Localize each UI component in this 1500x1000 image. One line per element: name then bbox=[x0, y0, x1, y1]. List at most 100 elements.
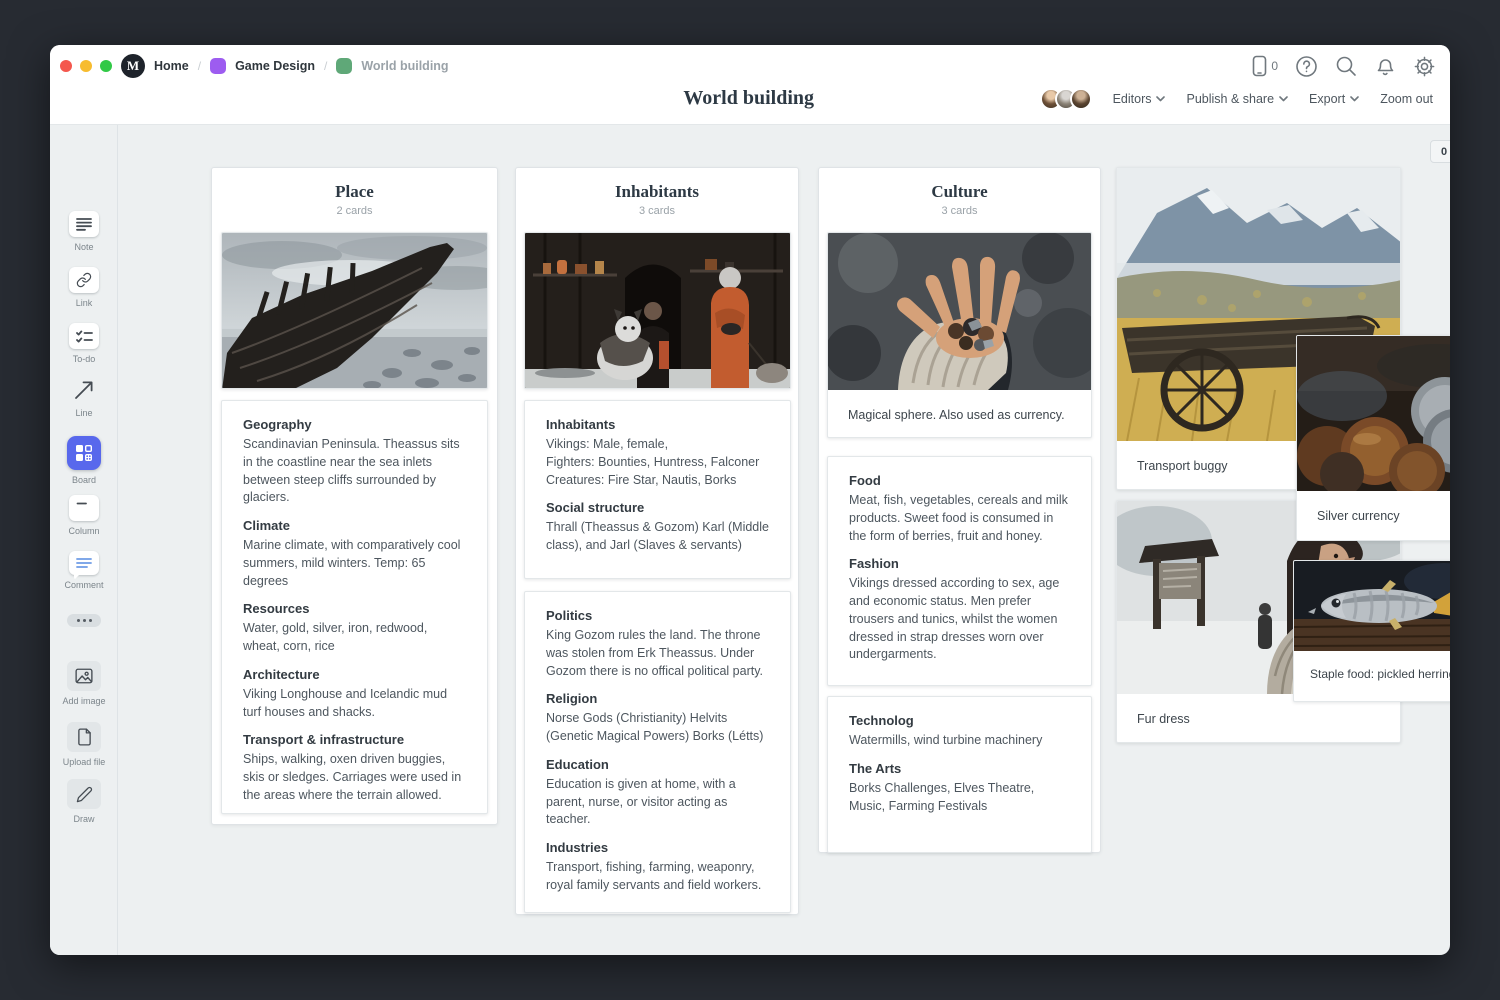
board-icon-purple[interactable] bbox=[210, 58, 226, 74]
note-section-body: Education is given at home, with a paren… bbox=[546, 776, 769, 829]
silver-currency-image bbox=[1297, 336, 1450, 491]
vikings-image bbox=[525, 233, 791, 389]
note-section-heading: Food bbox=[849, 473, 1070, 488]
editors-label: Editors bbox=[1113, 92, 1152, 106]
column-place[interactable]: Place 2 cards bbox=[211, 167, 498, 825]
breadcrumb-world-building[interactable]: World building bbox=[361, 59, 448, 73]
editors-button[interactable]: Editors bbox=[1113, 92, 1166, 106]
note-section-body: Ships, walking, oxen driven buggies, ski… bbox=[243, 751, 466, 804]
device-preview-button[interactable]: 0 bbox=[1252, 55, 1278, 77]
unsorted-badge[interactable]: 0 Unsorted bbox=[1430, 140, 1450, 163]
avatar bbox=[1070, 88, 1092, 110]
note-card-place[interactable]: Geography Scandinavian Peninsula. Theass… bbox=[221, 400, 488, 814]
tool-board[interactable]: Board bbox=[50, 436, 118, 485]
note-section-heading: Social structure bbox=[546, 500, 769, 515]
tool-column[interactable]: Column bbox=[50, 495, 118, 536]
image-card-vikings[interactable] bbox=[524, 232, 791, 389]
column-inhabitants[interactable]: Inhabitants 3 cards bbox=[515, 167, 799, 915]
board-icon-green[interactable] bbox=[336, 58, 352, 74]
note-section-body: Vikings: Male, female, Fighters: Bountie… bbox=[546, 436, 769, 489]
column-title: Place bbox=[212, 182, 497, 202]
app-window: M Home / Game Design / World building 0 bbox=[50, 45, 1450, 955]
note-section-heading: Fashion bbox=[849, 556, 1070, 571]
tool-board-label: Board bbox=[72, 475, 96, 485]
note-section-heading: Climate bbox=[243, 518, 466, 533]
tool-comment[interactable]: Comment bbox=[50, 551, 118, 590]
tool-todo[interactable]: To-do bbox=[50, 323, 118, 364]
note-section-body: Transport, fishing, farming, weaponry, r… bbox=[546, 859, 769, 895]
breadcrumb-separator: / bbox=[324, 59, 327, 73]
zoom-out-button[interactable]: Zoom out bbox=[1380, 92, 1433, 106]
board-canvas[interactable]: 0 Unsorted Place 2 cards bbox=[118, 125, 1450, 955]
help-button[interactable] bbox=[1295, 55, 1318, 78]
tool-note[interactable]: Note bbox=[50, 211, 118, 252]
column-header[interactable]: Culture 3 cards bbox=[819, 168, 1100, 217]
pickled-herring-image bbox=[1294, 561, 1450, 651]
note-section-body: Vikings dressed according to sex, age an… bbox=[849, 575, 1070, 664]
breadcrumb-home[interactable]: Home bbox=[154, 59, 189, 73]
column-header[interactable]: Place 2 cards bbox=[212, 168, 497, 217]
milanote-logo-icon[interactable]: M bbox=[121, 54, 145, 78]
tool-draw[interactable]: Draw bbox=[50, 779, 118, 824]
comment-icon bbox=[76, 557, 92, 569]
note-card-food-fashion[interactable]: Food Meat, fish, vegetables, cereals and… bbox=[827, 456, 1092, 686]
note-section-heading: Inhabitants bbox=[546, 417, 769, 432]
note-section-body: Viking Longhouse and Icelandic mud turf … bbox=[243, 686, 466, 722]
note-card-politics[interactable]: Politics King Gozom rules the land. The … bbox=[524, 591, 791, 913]
image-card-magical-sphere[interactable]: Magical sphere. Also used as currency. bbox=[827, 232, 1092, 438]
image-card-silver-currency[interactable]: Silver currency bbox=[1296, 335, 1450, 541]
bell-icon bbox=[1374, 55, 1396, 77]
breadcrumb-separator: / bbox=[198, 59, 201, 73]
desktop: { "window": { "breadcrumb": { "home": "H… bbox=[0, 0, 1500, 1000]
more-tools-icon bbox=[67, 614, 101, 627]
breadcrumb-game-design[interactable]: Game Design bbox=[235, 59, 315, 73]
tool-line[interactable]: Line bbox=[50, 377, 118, 418]
column-title: Culture bbox=[819, 182, 1100, 202]
minimize-window-button[interactable] bbox=[80, 60, 92, 72]
maximize-window-button[interactable] bbox=[100, 60, 112, 72]
draw-pencil-icon bbox=[76, 786, 93, 803]
link-icon bbox=[76, 272, 92, 288]
page-title: World building bbox=[683, 87, 814, 110]
column-title: Inhabitants bbox=[516, 182, 798, 202]
unsorted-count: 0 bbox=[1441, 146, 1447, 158]
notifications-button[interactable] bbox=[1374, 55, 1396, 77]
editor-avatars[interactable] bbox=[1040, 88, 1092, 110]
tool-link[interactable]: Link bbox=[50, 267, 118, 308]
export-button[interactable]: Export bbox=[1309, 92, 1359, 106]
publish-share-button[interactable]: Publish & share bbox=[1186, 92, 1288, 106]
breadcrumb: M Home / Game Design / World building bbox=[121, 54, 449, 78]
image-card-shipwreck[interactable] bbox=[221, 232, 488, 389]
tool-more[interactable] bbox=[50, 614, 118, 627]
note-section-heading: Religion bbox=[546, 691, 769, 706]
note-section-body: Marine climate, with comparatively cool … bbox=[243, 537, 466, 590]
chevron-down-icon bbox=[1279, 96, 1288, 102]
top-bar: M Home / Game Design / World building 0 bbox=[50, 45, 1450, 125]
upload-file-icon bbox=[77, 728, 92, 746]
note-card-technology-arts[interactable]: Technolog Watermills, wind turbine machi… bbox=[827, 696, 1092, 853]
tool-draw-label: Draw bbox=[73, 814, 94, 824]
close-window-button[interactable] bbox=[60, 60, 72, 72]
note-card-inhabitants[interactable]: Inhabitants Vikings: Male, female, Fight… bbox=[524, 400, 791, 579]
tool-comment-label: Comment bbox=[64, 580, 103, 590]
add-image-icon bbox=[75, 668, 93, 684]
note-section-heading: Transport & infrastructure bbox=[243, 732, 466, 747]
board-actions: Editors Publish & share Export Zoom out bbox=[1040, 86, 1433, 112]
tool-sidebar: Note Link To-do Line bbox=[50, 125, 118, 955]
tool-add-image[interactable]: Add image bbox=[50, 661, 118, 706]
settings-button[interactable] bbox=[1413, 55, 1436, 78]
tool-line-label: Line bbox=[75, 408, 92, 418]
note-section-heading: Education bbox=[546, 757, 769, 772]
column-header[interactable]: Inhabitants 3 cards bbox=[516, 168, 798, 217]
note-section-heading: Resources bbox=[243, 601, 466, 616]
column-culture[interactable]: Culture 3 cards bbox=[818, 167, 1101, 853]
tool-upload-file[interactable]: Upload file bbox=[50, 722, 118, 767]
image-card-pickled-herring[interactable]: Staple food: pickled herring bbox=[1293, 560, 1450, 702]
note-section-heading: Industries bbox=[546, 840, 769, 855]
search-button[interactable] bbox=[1335, 55, 1357, 77]
zoom-out-label: Zoom out bbox=[1380, 92, 1433, 106]
note-section-body: Scandinavian Peninsula. Theassus sits in… bbox=[243, 436, 466, 507]
note-section-heading: Geography bbox=[243, 417, 466, 432]
column-card-count: 3 cards bbox=[516, 205, 798, 217]
tool-column-label: Column bbox=[68, 526, 99, 536]
